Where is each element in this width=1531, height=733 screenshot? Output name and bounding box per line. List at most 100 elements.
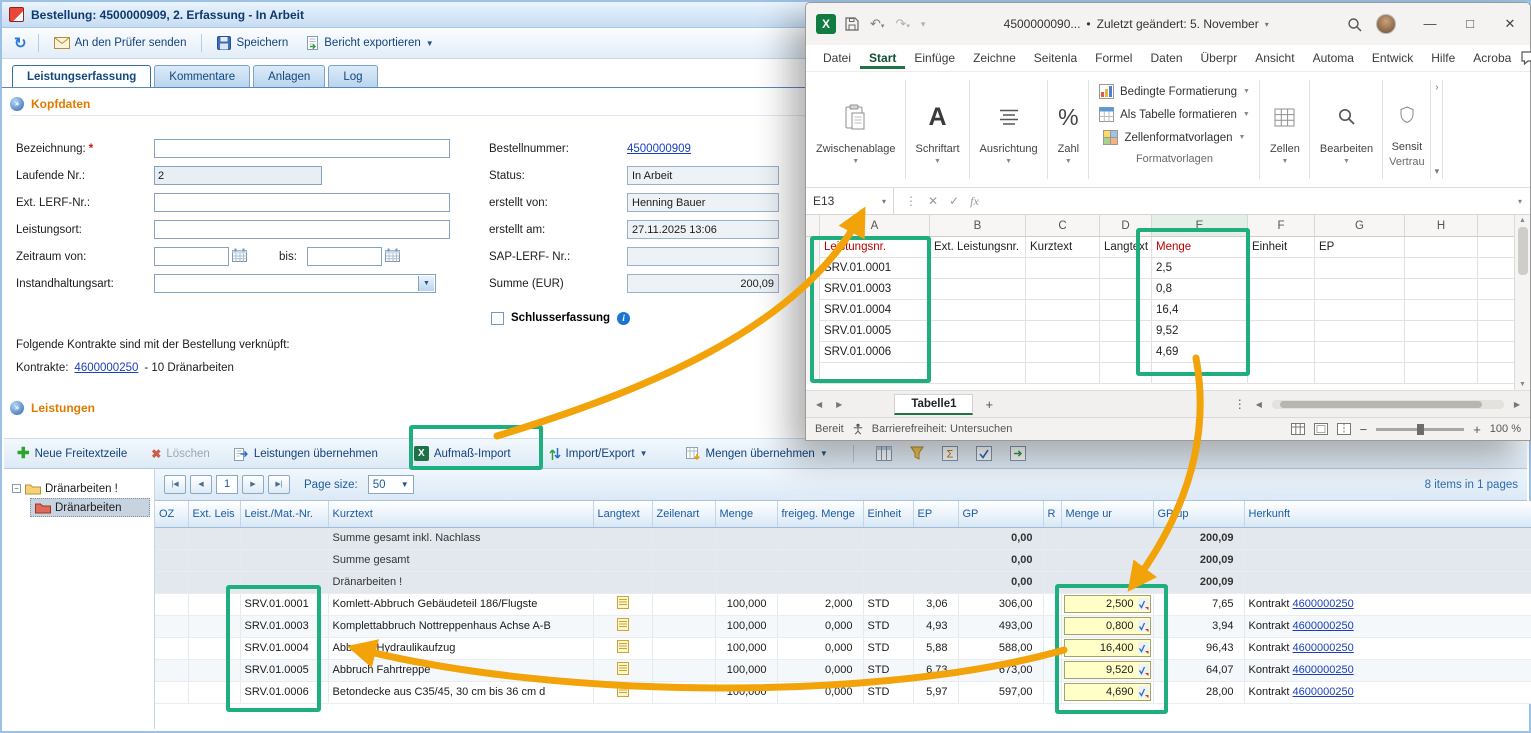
menge-ur-input[interactable]: 0,800	[1064, 617, 1151, 635]
ribbon-tab-start[interactable]: Start	[860, 47, 905, 69]
excel-cell[interactable]: 2,5	[1152, 258, 1248, 279]
comment-icon[interactable]	[1520, 50, 1531, 66]
zoom-in-icon[interactable]: +	[1473, 422, 1481, 437]
excel-cell[interactable]	[1100, 321, 1152, 342]
col-r[interactable]: R	[1043, 501, 1061, 527]
sensitivity-group[interactable]: Sensit Vertrau	[1383, 72, 1430, 187]
excel-cell[interactable]	[1315, 258, 1405, 279]
excel-cell[interactable]	[1100, 363, 1152, 384]
excel-col-d[interactable]: D	[1100, 215, 1152, 236]
collapse-section-icon[interactable]: »	[10, 401, 24, 415]
loeschen-button[interactable]: ✖ Löschen	[148, 445, 213, 463]
document-name[interactable]: 4500000090...	[1004, 17, 1081, 31]
alignment-group[interactable]: Ausrichtung ▼	[970, 72, 1048, 187]
excel-col-c[interactable]: C	[1026, 215, 1100, 236]
excel-cell[interactable]: 16,4	[1152, 300, 1248, 321]
ribbon-tab-acroba[interactable]: Acroba	[1464, 47, 1520, 69]
col-gp[interactable]: GP	[958, 501, 1043, 527]
save-icon[interactable]	[845, 17, 859, 31]
excel-cell[interactable]	[1248, 363, 1315, 384]
col-einheit[interactable]: Einheit	[863, 501, 913, 527]
vertical-dots-icon[interactable]: ⋮	[905, 194, 917, 208]
format-as-table-button[interactable]: Als Tabelle formatieren▼	[1099, 103, 1250, 126]
menge-ur-input[interactable]: 2,500	[1064, 595, 1151, 613]
excel-cell[interactable]	[930, 258, 1026, 279]
excel-cell[interactable]	[1100, 300, 1152, 321]
collapse-ribbon-icon[interactable]: ▾	[1435, 166, 1440, 177]
excel-cell[interactable]	[1248, 342, 1315, 363]
cells-group[interactable]: Zellen ▼	[1260, 72, 1310, 187]
excel-cell[interactable]: Langtext	[1100, 237, 1152, 258]
excel-cell[interactable]: Ext. Leistungsnr.	[930, 237, 1026, 258]
excel-cell[interactable]	[1315, 279, 1405, 300]
excel-cell[interactable]: Einheit	[1248, 237, 1315, 258]
sheet-tab-tabelle1[interactable]: Tabelle1	[894, 394, 973, 415]
excel-cell[interactable]	[1405, 279, 1478, 300]
ribbon-tab-einfuege[interactable]: Einfüge	[905, 47, 964, 69]
schlusserfassung-checkbox[interactable]	[491, 312, 504, 325]
col-ext-leis[interactable]: Ext. Leis	[188, 501, 240, 527]
fx-icon[interactable]: fx	[970, 194, 979, 209]
overflow-right-icon[interactable]: ›	[1435, 82, 1438, 93]
ribbon-tab-zeichne[interactable]: Zeichne	[964, 47, 1025, 69]
accessibility-status[interactable]: Barrierefreiheit: Untersuchen	[872, 423, 1013, 435]
excel-cell[interactable]	[1026, 300, 1100, 321]
excel-cell[interactable]: 4,69	[1152, 342, 1248, 363]
col-oz[interactable]: OZ	[155, 501, 188, 527]
ribbon-tab-datei[interactable]: Datei	[814, 47, 860, 69]
excel-cell[interactable]	[1315, 300, 1405, 321]
scrollbar-thumb[interactable]	[1280, 401, 1482, 408]
excel-cell[interactable]	[1248, 258, 1315, 279]
menge-ur-input[interactable]: 16,400	[1064, 639, 1151, 657]
ribbon-tab-ansicht[interactable]: Ansicht	[1246, 47, 1303, 69]
next-page-icon[interactable]: ▶	[242, 475, 264, 494]
enter-icon[interactable]: ✓	[949, 194, 959, 208]
last-page-icon[interactable]: ▶|	[268, 475, 290, 494]
tab-anlagen[interactable]: Anlagen	[253, 65, 325, 87]
excel-cell[interactable]	[1026, 363, 1100, 384]
instandhaltungsart-select[interactable]: ▼	[154, 274, 436, 293]
zoom-level[interactable]: 100 %	[1490, 423, 1521, 435]
font-group[interactable]: A Schriftart ▼	[906, 72, 970, 187]
columns-icon[interactable]	[876, 446, 892, 461]
export-report-button[interactable]: Bericht exportieren ▼	[299, 33, 440, 53]
number-group[interactable]: % Zahl ▼	[1048, 72, 1089, 187]
laufende-nr-input[interactable]: 2	[154, 166, 322, 185]
excel-cell[interactable]	[930, 363, 1026, 384]
langtext-icon[interactable]	[617, 640, 629, 653]
normal-view-icon[interactable]	[1291, 423, 1305, 435]
close-button[interactable]: ✕	[1490, 3, 1530, 45]
sheet-options-icon[interactable]: ⋮	[1234, 397, 1246, 411]
excel-col-e[interactable]: E	[1152, 215, 1248, 236]
excel-cell[interactable]	[1100, 279, 1152, 300]
ext-lerf-input[interactable]	[154, 193, 450, 212]
excel-cell[interactable]	[930, 321, 1026, 342]
excel-cell[interactable]: SRV.01.0005	[820, 321, 930, 342]
excel-cell[interactable]: Kurztext	[1026, 237, 1100, 258]
hscroll-left-icon[interactable]: ◀	[1252, 400, 1266, 409]
zoom-thumb[interactable]	[1417, 424, 1424, 435]
refresh-icon[interactable]: ↻	[11, 34, 30, 52]
excel-cell[interactable]	[1248, 321, 1315, 342]
ribbon-tab-hilfe[interactable]: Hilfe	[1422, 47, 1464, 69]
prev-page-icon[interactable]: ◀	[190, 475, 212, 494]
undo-icon[interactable]: ↶▾	[870, 16, 884, 32]
excel-cell[interactable]	[930, 300, 1026, 321]
excel-cell[interactable]	[1405, 300, 1478, 321]
langtext-icon[interactable]	[617, 684, 629, 697]
name-box[interactable]: E13 ▾	[806, 188, 894, 214]
tab-kommentare[interactable]: Kommentare	[154, 65, 250, 87]
excel-cell[interactable]	[930, 342, 1026, 363]
excel-cell[interactable]	[1026, 258, 1100, 279]
ribbon-tab-automa[interactable]: Automa	[1304, 47, 1363, 69]
page-layout-view-icon[interactable]	[1314, 423, 1328, 435]
excel-cell[interactable]	[1405, 258, 1478, 279]
zoom-slider[interactable]	[1376, 428, 1464, 431]
import-export-button[interactable]: Import/Export ▼	[546, 445, 651, 463]
excel-cell[interactable]: EP	[1315, 237, 1405, 258]
ribbon-tab-daten[interactable]: Daten	[1141, 47, 1191, 69]
editing-group[interactable]: Bearbeiten ▼	[1310, 72, 1383, 187]
col-gp-up[interactable]: GP up	[1153, 501, 1244, 527]
redo-icon[interactable]: ↷▾	[895, 16, 909, 32]
horizontal-scrollbar[interactable]	[1272, 400, 1504, 409]
